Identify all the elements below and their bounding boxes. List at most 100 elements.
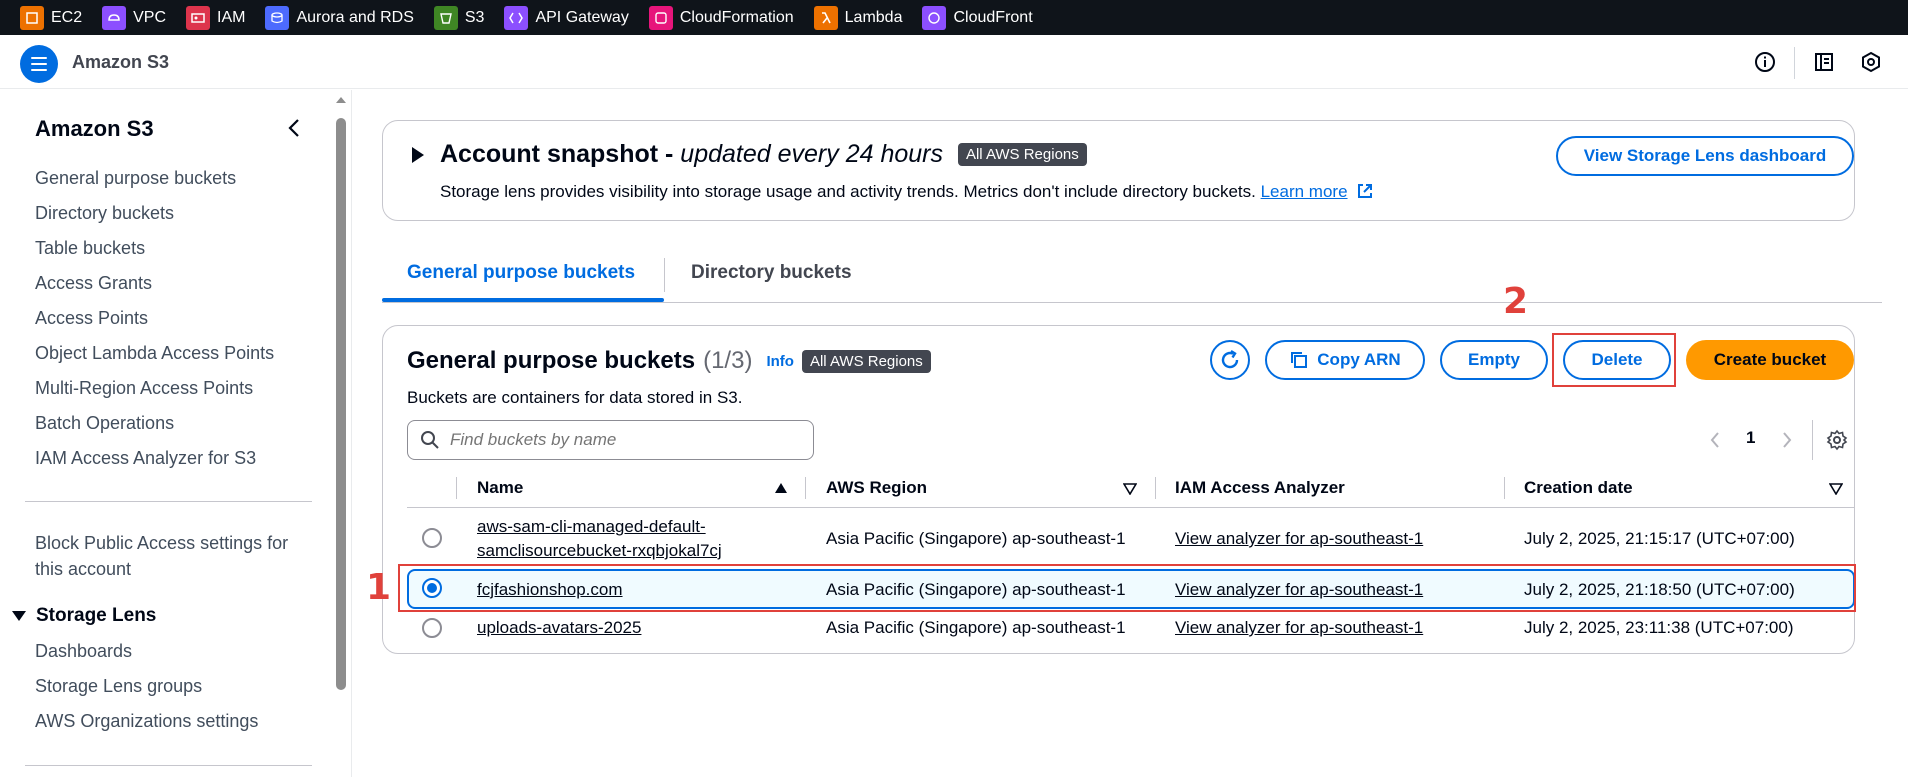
column-divider	[456, 477, 457, 499]
tab-directory-buckets[interactable]: Directory buckets	[691, 262, 852, 284]
sidebar-scrollbar[interactable]	[336, 118, 346, 690]
collapse-sidebar-icon[interactable]	[284, 116, 304, 140]
create-bucket-button[interactable]: Create bucket	[1686, 340, 1854, 380]
fav-cloudfront[interactable]: CloudFront	[922, 5, 1033, 30]
regions-badge: All AWS Regions	[957, 143, 1087, 166]
sidebar-item-batch-operations[interactable]: Batch Operations	[35, 413, 174, 434]
split-panel-icon[interactable]	[1812, 50, 1836, 74]
fav-rds[interactable]: Aurora and RDS	[265, 5, 414, 30]
bucket-name-line: aws-sam-cli-managed-default-	[477, 517, 706, 536]
external-link-icon	[1358, 184, 1373, 198]
bucket-creation-date: July 2, 2025, 23:11:38 (UTC+07:00)	[1524, 618, 1794, 637]
bucket-name-link[interactable]: uploads-avatars-2025	[477, 618, 641, 638]
next-page-icon[interactable]	[1780, 430, 1794, 455]
step-1-label: 1	[366, 567, 392, 608]
fav-lambda[interactable]: Lambda	[813, 5, 903, 30]
fav-iam[interactable]: IAM	[186, 5, 246, 30]
rds-icon	[265, 5, 290, 30]
snapshot-title: Account snapshot - updated every 24 hour…	[440, 140, 1087, 169]
view-analyzer-link[interactable]: View analyzer for ap-southeast-1	[1175, 529, 1423, 549]
sidebar-item-dashboards[interactable]: Dashboards	[35, 641, 132, 662]
fav-label: CloudFormation	[679, 8, 794, 26]
sidebar-item-access-points[interactable]: Access Points	[35, 308, 148, 329]
service-name: Amazon S3	[72, 52, 170, 72]
search-field[interactable]	[407, 420, 814, 460]
column-header-analyzer[interactable]: IAM Access Analyzer	[1175, 478, 1345, 498]
sort-icon[interactable]	[1122, 482, 1138, 500]
sidebar-item-aws-organizations-settings[interactable]: AWS Organizations settings	[35, 711, 258, 732]
expand-caret-icon[interactable]	[412, 147, 424, 163]
fav-label: S3	[464, 8, 485, 26]
settings-hex-icon[interactable]	[1859, 50, 1883, 74]
buckets-header: General purpose buckets (1/3) Info All A…	[407, 347, 931, 375]
caret-down-icon	[12, 611, 26, 621]
copy-arn-label: Copy ARN	[1317, 350, 1401, 369]
column-header-creation-date[interactable]: Creation date	[1524, 478, 1633, 498]
fav-label: EC2	[51, 8, 83, 26]
tab-general-purpose-buckets[interactable]: General purpose buckets	[407, 262, 635, 284]
sidebar-item-multi-region-access-points[interactable]: Multi-Region Access Points	[35, 378, 253, 399]
column-header-name[interactable]: Name	[477, 478, 523, 498]
regions-badge: All AWS Regions	[801, 349, 931, 373]
fav-s3[interactable]: S3	[433, 5, 485, 30]
buckets-description: Buckets are containers for data stored i…	[407, 388, 743, 407]
fav-vpc[interactable]: VPC	[102, 5, 166, 30]
tabs-baseline	[382, 302, 1882, 303]
sidebar-item-access-grants[interactable]: Access Grants	[35, 273, 152, 294]
fav-label: IAM	[217, 8, 246, 26]
snapshot-description-text: Storage lens provides visibility into st…	[440, 182, 1261, 201]
highlight-delete-box	[1552, 333, 1676, 387]
view-storage-lens-dashboard-button[interactable]: View Storage Lens dashboard	[1556, 136, 1854, 176]
copy-arn-button[interactable]: Copy ARN	[1265, 340, 1425, 380]
sidebar-divider	[25, 765, 312, 766]
sidebar: Amazon S3 General purpose buckets Direct…	[0, 90, 352, 777]
cloudfront-icon	[922, 5, 947, 30]
sort-icon[interactable]	[1828, 482, 1844, 500]
vpc-icon	[102, 5, 127, 30]
fav-ec2[interactable]: EC2	[20, 5, 83, 30]
fav-cloudformation[interactable]: CloudFormation	[648, 5, 794, 30]
row-radio[interactable]	[422, 528, 442, 548]
column-header-region[interactable]: AWS Region	[826, 478, 927, 498]
buckets-title: General purpose buckets	[407, 347, 696, 374]
bucket-name-line: samclisourcebucket-rxqbjokal7cj	[477, 541, 722, 560]
highlight-selected-row-box	[398, 564, 1856, 612]
search-input[interactable]	[450, 430, 790, 450]
table-header-line	[407, 507, 1855, 508]
page-number[interactable]: 1	[1746, 428, 1755, 448]
sidebar-item-object-lambda-access-points[interactable]: Object Lambda Access Points	[35, 343, 274, 364]
search-icon	[421, 431, 439, 449]
sidebar-item-label: Block Public Access settings for	[35, 533, 289, 553]
sort-ascending-icon[interactable]	[774, 481, 788, 499]
sidebar-item-block-public-access[interactable]: Block Public Access settings for this ac…	[35, 533, 288, 580]
info-link[interactable]: Info	[766, 353, 794, 370]
view-analyzer-link[interactable]: View analyzer for ap-southeast-1	[1175, 618, 1423, 638]
learn-more-link[interactable]: Learn more	[1261, 182, 1348, 201]
sidebar-item-directory-buckets[interactable]: Directory buckets	[35, 203, 174, 224]
tab-divider	[664, 258, 665, 292]
header-divider	[1794, 47, 1795, 79]
fav-api-gateway[interactable]: API Gateway	[504, 5, 629, 30]
column-divider	[1155, 477, 1156, 499]
storage-lens-section[interactable]: Storage Lens	[12, 605, 156, 627]
table-settings-icon[interactable]	[1826, 429, 1848, 456]
scroll-up-icon[interactable]	[335, 92, 347, 103]
bucket-region: Asia Pacific (Singapore) ap-southeast-1	[826, 618, 1126, 637]
fav-label: Lambda	[844, 8, 903, 26]
step-2-label: 2	[1503, 281, 1529, 322]
menu-button[interactable]	[20, 45, 58, 83]
info-icon[interactable]	[1753, 50, 1777, 74]
bucket-name-link[interactable]: aws-sam-cli-managed-default- samclisourc…	[477, 517, 722, 561]
bucket-creation-date: July 2, 2025, 21:15:17 (UTC+07:00)	[1524, 529, 1795, 548]
empty-button[interactable]: Empty	[1440, 340, 1548, 380]
selected-count: (1/3)	[703, 347, 753, 374]
sidebar-item-general-purpose-buckets[interactable]: General purpose buckets	[35, 168, 236, 189]
sidebar-item-storage-lens-groups[interactable]: Storage Lens groups	[35, 676, 202, 697]
sidebar-item-table-buckets[interactable]: Table buckets	[35, 238, 145, 259]
refresh-button[interactable]	[1210, 340, 1250, 380]
row-radio[interactable]	[422, 618, 442, 638]
snapshot-title-text: Account snapshot -	[440, 140, 681, 168]
prev-page-icon[interactable]	[1708, 430, 1722, 455]
sidebar-item-iam-access-analyzer[interactable]: IAM Access Analyzer for S3	[35, 448, 256, 469]
refresh-icon	[1221, 349, 1239, 369]
